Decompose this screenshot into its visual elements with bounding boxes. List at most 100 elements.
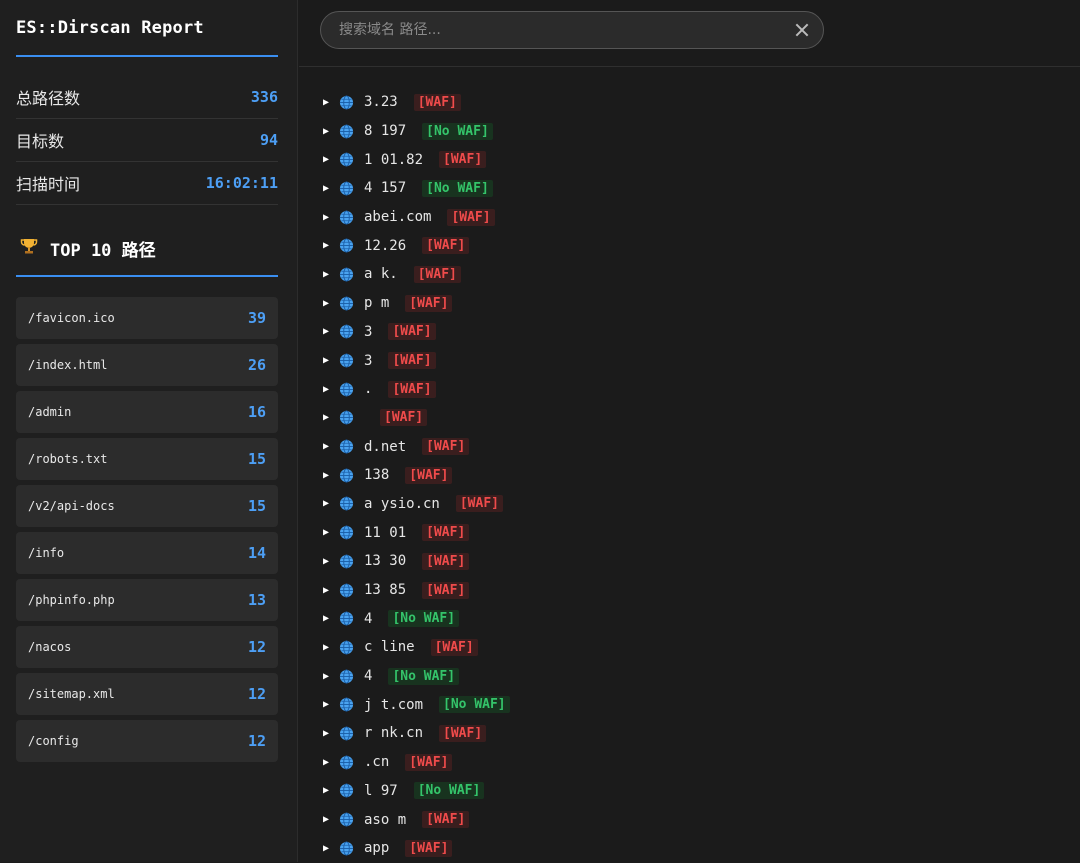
expand-triangle-icon[interactable]: ▶ <box>323 556 333 567</box>
expand-triangle-icon[interactable]: ▶ <box>323 441 333 452</box>
path-count: 16 <box>247 403 266 421</box>
target-row[interactable]: ▶ abei.com [WAF] <box>323 203 1063 232</box>
expand-triangle-icon[interactable]: ▶ <box>323 97 333 108</box>
globe-icon <box>339 755 354 770</box>
target-host: app <box>364 840 390 857</box>
expand-triangle-icon[interactable]: ▶ <box>323 355 333 366</box>
target-row[interactable]: ▶. [WAF] <box>323 375 1063 404</box>
target-row[interactable]: ▶ 4 [No WAF] <box>323 604 1063 633</box>
path-item[interactable]: /phpinfo.php 13 <box>16 579 278 621</box>
waf-badge: [No WAF] <box>388 610 460 628</box>
target-row[interactable]: ▶ a ysio.cn [WAF] <box>323 490 1063 519</box>
expand-triangle-icon[interactable]: ▶ <box>323 412 333 423</box>
target-host: 3 <box>364 352 373 369</box>
expand-triangle-icon[interactable]: ▶ <box>323 527 333 538</box>
target-row[interactable]: ▶ l 97 [No WAF] <box>323 777 1063 806</box>
expand-triangle-icon[interactable]: ▶ <box>323 699 333 710</box>
target-row[interactable]: ▶ aso m [WAF] <box>323 805 1063 834</box>
expand-triangle-icon[interactable]: ▶ <box>323 785 333 796</box>
target-row[interactable]: ▶ 11 01 [WAF] <box>323 518 1063 547</box>
globe-icon <box>339 382 354 397</box>
waf-badge: [WAF] <box>430 638 478 656</box>
target-row[interactable]: ▶ 8 197 [No WAF] <box>323 117 1063 146</box>
expand-triangle-icon[interactable]: ▶ <box>323 613 333 624</box>
target-row[interactable]: ▶ 4 [No WAF] <box>323 662 1063 691</box>
path-name: /v2/api-docs <box>28 499 115 513</box>
globe-icon <box>339 410 354 425</box>
path-item[interactable]: /sitemap.xml 12 <box>16 673 278 715</box>
path-item[interactable]: /nacos 12 <box>16 626 278 668</box>
expand-triangle-icon[interactable]: ▶ <box>323 498 333 509</box>
path-item[interactable]: /v2/api-docs 15 <box>16 485 278 527</box>
waf-badge: [WAF] <box>447 208 495 226</box>
path-count: 12 <box>247 685 266 703</box>
expand-triangle-icon[interactable]: ▶ <box>323 671 333 682</box>
globe-icon <box>339 439 354 454</box>
target-row[interactable]: ▶ a k. [WAF] <box>323 260 1063 289</box>
globe-icon <box>339 841 354 856</box>
globe-icon <box>339 152 354 167</box>
target-row[interactable]: ▶ 13 85 [WAF] <box>323 576 1063 605</box>
search-input[interactable] <box>337 21 795 39</box>
expand-triangle-icon[interactable]: ▶ <box>323 298 333 309</box>
target-row[interactable]: ▶ p m [WAF] <box>323 289 1063 318</box>
waf-badge: [WAF] <box>405 839 453 857</box>
target-row[interactable]: ▶ r nk.cn [WAF] <box>323 719 1063 748</box>
expand-triangle-icon[interactable]: ▶ <box>323 154 333 165</box>
target-row[interactable]: ▶ j t.com [No WAF] <box>323 690 1063 719</box>
top-heading-underline <box>16 275 278 277</box>
path-item[interactable]: /robots.txt 15 <box>16 438 278 480</box>
target-row[interactable]: ▶ 4 157 [No WAF] <box>323 174 1063 203</box>
expand-triangle-icon[interactable]: ▶ <box>323 843 333 854</box>
expand-triangle-icon[interactable]: ▶ <box>323 470 333 481</box>
globe-icon <box>339 583 354 598</box>
target-host: 4 157 <box>364 180 407 197</box>
close-icon[interactable] <box>795 23 809 37</box>
expand-triangle-icon[interactable]: ▶ <box>323 642 333 653</box>
expand-triangle-icon[interactable]: ▶ <box>323 728 333 739</box>
target-row[interactable]: ▶ [WAF] <box>323 404 1063 433</box>
expand-triangle-icon[interactable]: ▶ <box>323 212 333 223</box>
waf-badge: [WAF] <box>422 552 470 570</box>
path-item[interactable]: /config 12 <box>16 720 278 762</box>
target-row[interactable]: ▶ 1 01.82 [WAF] <box>323 145 1063 174</box>
globe-icon <box>339 324 354 339</box>
stat-label: 目标数 <box>16 132 65 151</box>
globe-icon <box>339 783 354 798</box>
target-row[interactable]: ▶ 138 [WAF] <box>323 461 1063 490</box>
expand-triangle-icon[interactable]: ▶ <box>323 126 333 137</box>
target-row[interactable]: ▶ 3.23 [WAF] <box>323 88 1063 117</box>
waf-badge: [WAF] <box>422 811 470 829</box>
target-row[interactable]: ▶ d.net [WAF] <box>323 432 1063 461</box>
waf-badge: [WAF] <box>455 495 503 513</box>
globe-icon <box>339 181 354 196</box>
stat-target-count: 目标数 94 <box>16 119 278 162</box>
stat-label: 总路径数 <box>16 89 81 108</box>
path-count: 14 <box>247 544 266 562</box>
path-item[interactable]: /admin 16 <box>16 391 278 433</box>
target-row[interactable]: ▶ c line [WAF] <box>323 633 1063 662</box>
waf-badge: [WAF] <box>388 380 436 398</box>
path-name: /config <box>28 734 79 748</box>
globe-icon <box>339 95 354 110</box>
target-row[interactable]: ▶ .cn [WAF] <box>323 748 1063 777</box>
target-host: abei.com <box>364 209 432 226</box>
waf-badge: [No WAF] <box>439 696 510 714</box>
expand-triangle-icon[interactable]: ▶ <box>323 326 333 337</box>
expand-triangle-icon[interactable]: ▶ <box>323 183 333 194</box>
target-row[interactable]: ▶ 13 30 [WAF] <box>323 547 1063 576</box>
target-row[interactable]: ▶ 12.26 [WAF] <box>323 231 1063 260</box>
target-row[interactable]: ▶ 3 [WAF] <box>323 346 1063 375</box>
expand-triangle-icon[interactable]: ▶ <box>323 757 333 768</box>
stat-value: 16:02:11 <box>205 174 278 192</box>
expand-triangle-icon[interactable]: ▶ <box>323 384 333 395</box>
path-item[interactable]: /index.html 26 <box>16 344 278 386</box>
path-item[interactable]: /info 14 <box>16 532 278 574</box>
target-row[interactable]: ▶ 3 [WAF] <box>323 318 1063 347</box>
path-item[interactable]: /favicon.ico 39 <box>16 297 278 339</box>
expand-triangle-icon[interactable]: ▶ <box>323 814 333 825</box>
target-row[interactable]: ▶ app [WAF] <box>323 834 1063 863</box>
expand-triangle-icon[interactable]: ▶ <box>323 585 333 596</box>
expand-triangle-icon[interactable]: ▶ <box>323 269 333 280</box>
expand-triangle-icon[interactable]: ▶ <box>323 240 333 251</box>
